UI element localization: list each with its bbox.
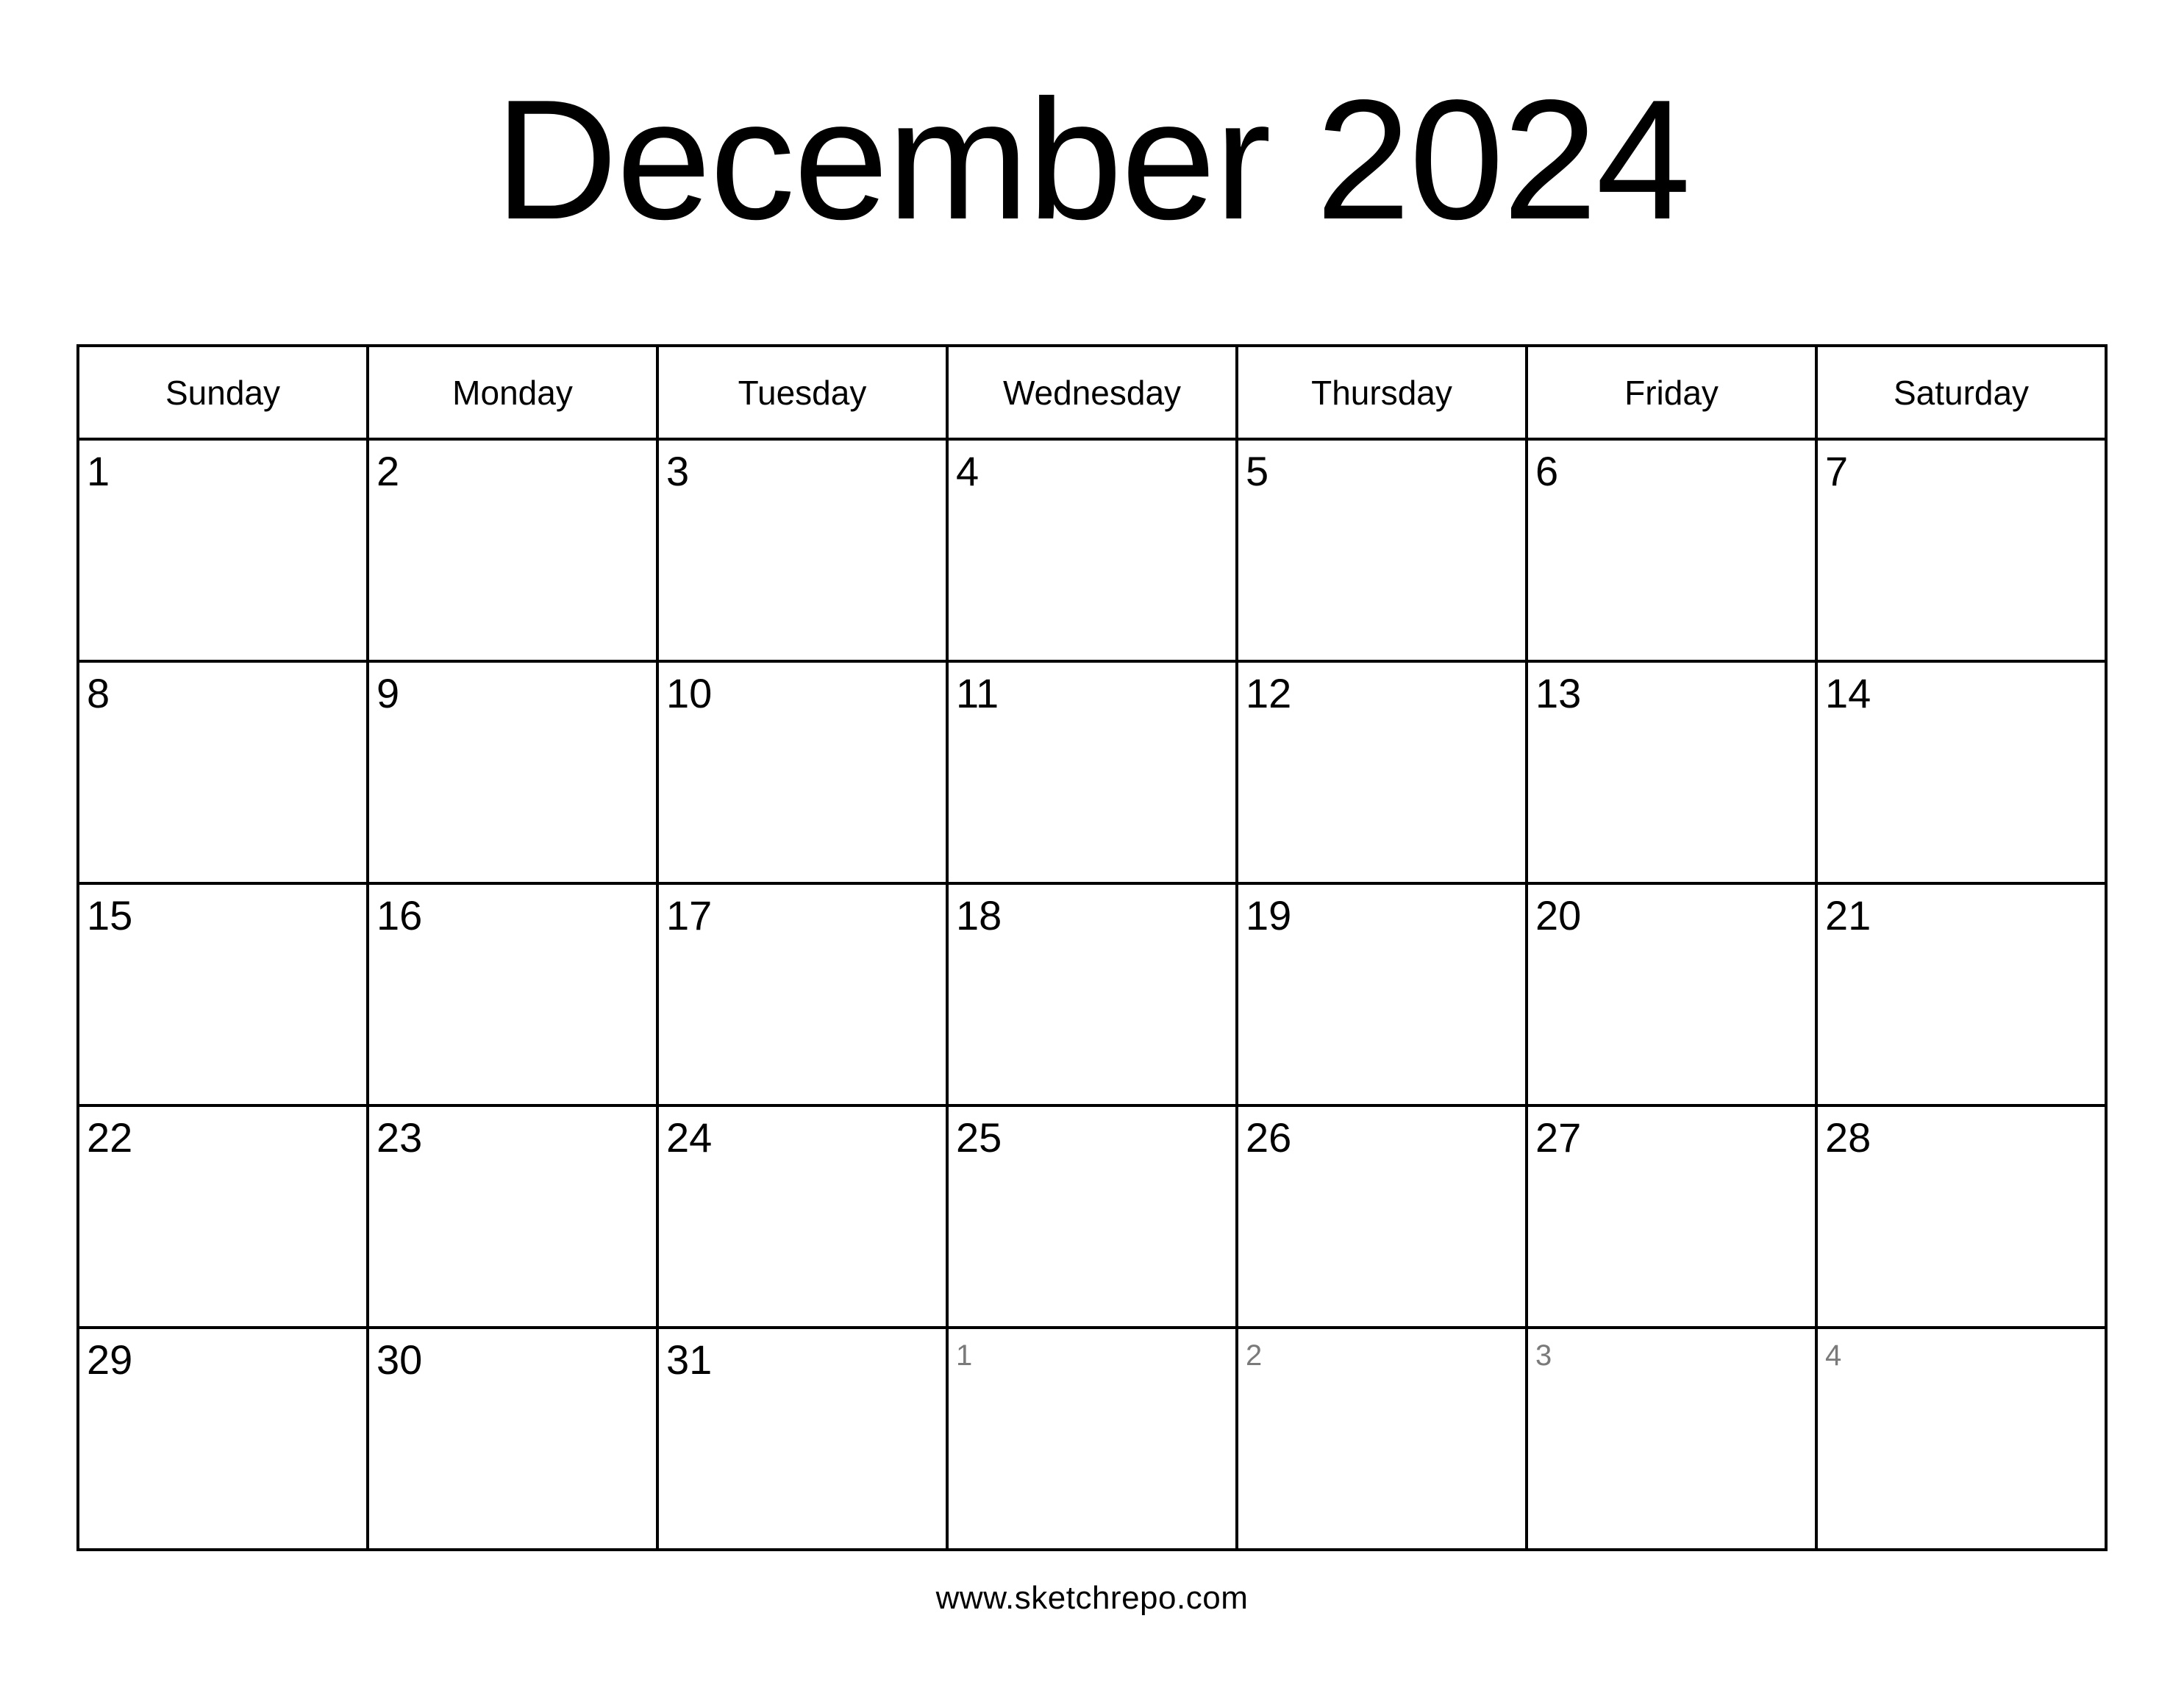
day-number: 1: [87, 448, 110, 494]
day-cell-next-month[interactable]: 3: [1525, 1326, 1818, 1551]
day-number: 10: [666, 670, 713, 716]
weekday-header-thursday: Thursday: [1235, 344, 1528, 441]
day-number: 15: [87, 892, 133, 939]
calendar-week-row: 15 16 17 18 19 20 21: [76, 882, 2108, 1107]
day-cell-next-month[interactable]: 1: [946, 1326, 1238, 1551]
day-cell[interactable]: 14: [1815, 660, 2108, 885]
day-cell[interactable]: 16: [366, 882, 659, 1107]
day-number: 3: [666, 448, 690, 494]
day-cell[interactable]: 7: [1815, 438, 2108, 663]
calendar-grid: Sunday Monday Tuesday Wednesday Thursday…: [76, 344, 2108, 1551]
day-number: 21: [1825, 892, 1871, 939]
day-cell[interactable]: 22: [76, 1104, 369, 1329]
day-cell[interactable]: 18: [946, 882, 1238, 1107]
day-number: 31: [666, 1336, 713, 1383]
day-cell[interactable]: 2: [366, 438, 659, 663]
day-number: 4: [956, 448, 979, 494]
day-cell[interactable]: 4: [946, 438, 1238, 663]
weekday-header-friday: Friday: [1525, 344, 1818, 441]
day-number-next-month: 2: [1246, 1339, 1263, 1372]
day-cell[interactable]: 5: [1235, 438, 1528, 663]
day-number: 29: [87, 1336, 133, 1383]
day-cell[interactable]: 6: [1525, 438, 1818, 663]
day-number: 20: [1535, 892, 1582, 939]
day-number: 6: [1535, 448, 1559, 494]
day-number: 9: [377, 670, 400, 716]
day-cell-next-month[interactable]: 2: [1235, 1326, 1528, 1551]
day-number: 23: [377, 1114, 423, 1161]
day-number-next-month: 1: [956, 1339, 973, 1372]
day-number: 2: [377, 448, 400, 494]
day-number-next-month: 4: [1825, 1339, 1842, 1372]
day-cell[interactable]: 12: [1235, 660, 1528, 885]
day-cell[interactable]: 25: [946, 1104, 1238, 1329]
calendar-header-row-group: Sunday Monday Tuesday Wednesday Thursday…: [76, 344, 2108, 441]
calendar-body: 1 2 3 4 5 6 7 8 9 10 11 12 13 14 15 16 1…: [76, 438, 2108, 1551]
day-cell[interactable]: 24: [656, 1104, 949, 1329]
day-cell[interactable]: 10: [656, 660, 949, 885]
day-cell[interactable]: 13: [1525, 660, 1818, 885]
weekday-header-sunday: Sunday: [76, 344, 369, 441]
page-title: December 2024: [494, 65, 1691, 255]
calendar-page: December 2024 Sunday Monday Tuesday Wedn…: [0, 0, 2184, 1688]
day-cell-next-month[interactable]: 4: [1815, 1326, 2108, 1551]
day-number: 12: [1246, 670, 1292, 716]
day-cell[interactable]: 1: [76, 438, 369, 663]
weekday-header-wednesday: Wednesday: [946, 344, 1238, 441]
day-cell[interactable]: 30: [366, 1326, 659, 1551]
day-number: 7: [1825, 448, 1849, 494]
calendar-week-row: 22 23 24 25 26 27 28: [76, 1104, 2108, 1329]
calendar-week-row: 29 30 31 1 2 3 4: [76, 1326, 2108, 1551]
weekday-header-monday: Monday: [366, 344, 659, 441]
day-number: 24: [666, 1114, 713, 1161]
day-cell[interactable]: 17: [656, 882, 949, 1107]
day-cell[interactable]: 28: [1815, 1104, 2108, 1329]
day-cell[interactable]: 21: [1815, 882, 2108, 1107]
day-cell[interactable]: 20: [1525, 882, 1818, 1107]
calendar-week-row: 1 2 3 4 5 6 7: [76, 438, 2108, 663]
day-cell[interactable]: 26: [1235, 1104, 1528, 1329]
day-cell[interactable]: 8: [76, 660, 369, 885]
day-number: 16: [377, 892, 423, 939]
day-number: 18: [956, 892, 1002, 939]
day-cell[interactable]: 19: [1235, 882, 1528, 1107]
day-number: 13: [1535, 670, 1582, 716]
day-cell[interactable]: 31: [656, 1326, 949, 1551]
day-number: 14: [1825, 670, 1871, 716]
day-number: 19: [1246, 892, 1292, 939]
day-number: 11: [956, 670, 999, 716]
day-cell[interactable]: 11: [946, 660, 1238, 885]
day-cell[interactable]: 3: [656, 438, 949, 663]
weekday-header-tuesday: Tuesday: [656, 344, 949, 441]
day-number: 17: [666, 892, 713, 939]
day-number: 25: [956, 1114, 1002, 1161]
day-cell[interactable]: 27: [1525, 1104, 1818, 1329]
day-cell[interactable]: 23: [366, 1104, 659, 1329]
day-cell[interactable]: 15: [76, 882, 369, 1107]
weekday-header-saturday: Saturday: [1815, 344, 2108, 441]
weekday-header-row: Sunday Monday Tuesday Wednesday Thursday…: [76, 344, 2108, 441]
day-number-next-month: 3: [1535, 1339, 1552, 1372]
day-cell[interactable]: 9: [366, 660, 659, 885]
footer-website-label: www.sketchrepo.com: [935, 1580, 1249, 1616]
day-number: 26: [1246, 1114, 1292, 1161]
calendar-week-row: 8 9 10 11 12 13 14: [76, 660, 2108, 885]
day-number: 30: [377, 1336, 423, 1383]
day-number: 28: [1825, 1114, 1871, 1161]
day-number: 5: [1246, 448, 1269, 494]
day-number: 22: [87, 1114, 133, 1161]
day-number: 27: [1535, 1114, 1582, 1161]
day-number: 8: [87, 670, 110, 716]
day-cell[interactable]: 29: [76, 1326, 369, 1551]
